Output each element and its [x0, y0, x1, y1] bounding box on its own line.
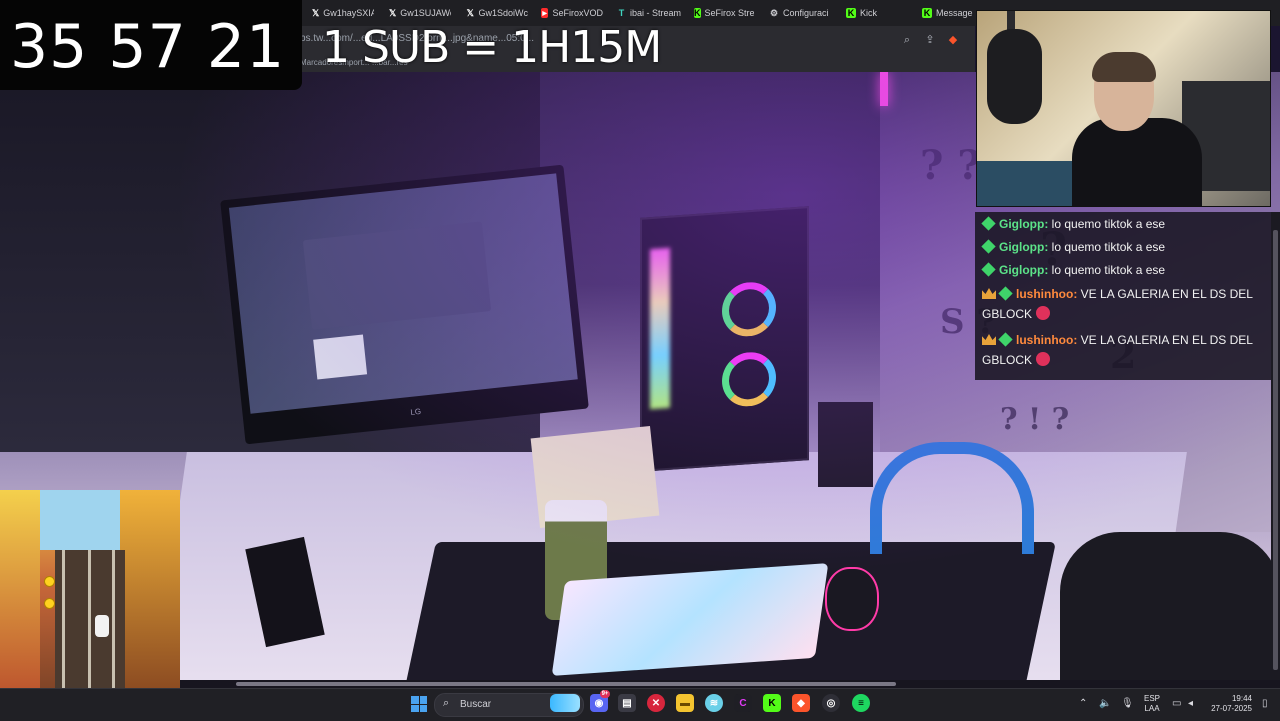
emote-icon	[1036, 352, 1051, 366]
coin-icon	[44, 598, 55, 609]
browser-tab[interactable]: K Message	[922, 4, 974, 22]
crown-badge-icon	[982, 288, 996, 299]
sub-rule-text: 1 SUB = 1H15M	[322, 22, 662, 73]
x-icon: 𝕏	[466, 7, 474, 18]
chat-text: lo quemo tiktok a ese	[1051, 217, 1166, 231]
timer-value: 35 57 21	[10, 12, 286, 82]
scrollbar-thumb[interactable]	[1273, 230, 1278, 670]
browser-tab[interactable]: ⚙ Configuraci	[769, 4, 831, 22]
chat-username: Giglopp:	[999, 217, 1049, 231]
chat-username: lushinhoo:	[1016, 287, 1078, 301]
windows-taskbar	[0, 688, 1280, 721]
browser-tab[interactable]: T ibai - Stream	[617, 4, 681, 22]
tab-label: Gw1haySXIA	[323, 8, 374, 18]
chat-overlay: Giglopp: lo quemo tiktok a ese Giglopp: …	[975, 212, 1271, 380]
wave-icon[interactable]: ≋	[705, 694, 723, 712]
chat-username: Giglopp:	[999, 240, 1049, 254]
game-character	[95, 615, 109, 637]
search-icon: ⌕	[443, 697, 450, 709]
tab-label: ibai - Stream	[629, 8, 681, 18]
chat-message: Giglopp: lo quemo tiktok a ese	[981, 260, 1264, 280]
canva-icon[interactable]: C	[734, 694, 752, 712]
file-explorer-icon[interactable]: ▬	[676, 694, 694, 712]
system-clock[interactable]: 19:44 27-07-2025	[1204, 694, 1252, 714]
browser-tab[interactable]: 𝕏 Gw1SdoiWc	[466, 4, 528, 22]
notification-badge: 9+	[600, 690, 610, 698]
x-icon: 𝕏	[389, 7, 397, 18]
chat-text: lo quemo tiktok a ese	[1051, 240, 1166, 254]
chat-message: Giglopp: lo quemo tiktok a ese	[981, 237, 1264, 257]
tab-label: Gw1SUJAWc	[400, 8, 451, 18]
spotify-icon[interactable]: ≡	[852, 694, 870, 712]
microphone	[987, 29, 1042, 124]
gem-badge-icon	[981, 262, 996, 277]
speaker-icon[interactable]: 🔈	[1099, 698, 1111, 709]
language-indicator[interactable]: ESP LAA	[1144, 694, 1160, 714]
gem-badge-icon	[981, 216, 996, 231]
chat-text: lo quemo tiktok a ese	[1051, 263, 1166, 277]
kick-icon: K	[846, 8, 856, 18]
crown-badge-icon	[982, 334, 996, 345]
windows-start-icon[interactable]	[411, 696, 427, 712]
subway-surfers-overlay	[0, 490, 180, 720]
coin-icon	[44, 576, 55, 587]
emote-icon	[1036, 306, 1051, 320]
brave-shield-icon[interactable]: ◆	[946, 33, 960, 47]
browser-tab[interactable]: K Kick	[846, 4, 906, 22]
chat-message: Giglopp: lo quemo tiktok a ese	[981, 214, 1264, 234]
share-icon[interactable]: ⇪	[923, 33, 937, 47]
notes-icon[interactable]: ▤	[618, 694, 636, 712]
gear-icon: ⚙	[769, 7, 779, 18]
kick-icon: K	[922, 8, 932, 18]
kick-icon: K	[694, 8, 701, 18]
subathon-timer: 35 57 21	[0, 0, 302, 90]
browser-tab[interactable]: ▶ SeFiroxVOD	[541, 4, 603, 22]
webcam-feed	[976, 10, 1271, 207]
kick-icon[interactable]: K	[763, 694, 781, 712]
gem-badge-icon	[998, 332, 1013, 347]
tab-label: Gw1SdoiWc	[478, 8, 528, 18]
brave-icon[interactable]: ◆	[792, 694, 810, 712]
chat-message: lushinhoo: VE LA GALERIA EN EL DS DEL GB…	[982, 284, 1264, 324]
browser-tab[interactable]: K SeFirox Stre	[694, 4, 754, 22]
tab-label: Kick	[860, 8, 878, 18]
microphone-icon[interactable]: 🎙	[1121, 698, 1134, 709]
chat-username: Giglopp:	[999, 263, 1049, 277]
tab-label: SeFirox Stre	[704, 8, 755, 18]
chat-username: lushinhoo:	[1016, 333, 1078, 347]
zoom-icon[interactable]: ⌕	[900, 33, 914, 47]
chevron-up-icon[interactable]: ⌃	[1079, 698, 1087, 709]
browser-tab[interactable]: 𝕏 Gw1SUJAWc	[389, 4, 451, 22]
antivirus-icon[interactable]: ✕	[647, 694, 665, 712]
search-highlight-icon[interactable]	[550, 694, 580, 712]
x-icon: 𝕏	[312, 7, 320, 18]
scrollbar-thumb[interactable]	[236, 682, 896, 686]
volume-icon[interactable]: ◂	[1188, 698, 1193, 709]
youtube-icon: ▶	[541, 8, 549, 18]
tab-label: Message	[936, 8, 973, 18]
tab-label: Configuraci	[783, 8, 829, 18]
gem-badge-icon	[998, 286, 1013, 301]
obs-icon[interactable]: ◎	[822, 694, 840, 712]
gem-badge-icon	[981, 239, 996, 254]
notification-bell-icon[interactable]: ▯	[1262, 698, 1268, 709]
browser-tab[interactable]: 𝕏 Gw1haySXIA	[312, 4, 374, 22]
tab-label: SeFiroxVOD	[552, 8, 603, 18]
twitch-tracker-icon: T	[618, 8, 625, 18]
streamer	[1072, 52, 1212, 206]
search-placeholder: Buscar	[460, 699, 492, 710]
monitor-icon[interactable]: ▭	[1172, 698, 1181, 709]
chat-message: lushinhoo: VE LA GALERIA EN EL DS DEL GB…	[982, 330, 1264, 370]
